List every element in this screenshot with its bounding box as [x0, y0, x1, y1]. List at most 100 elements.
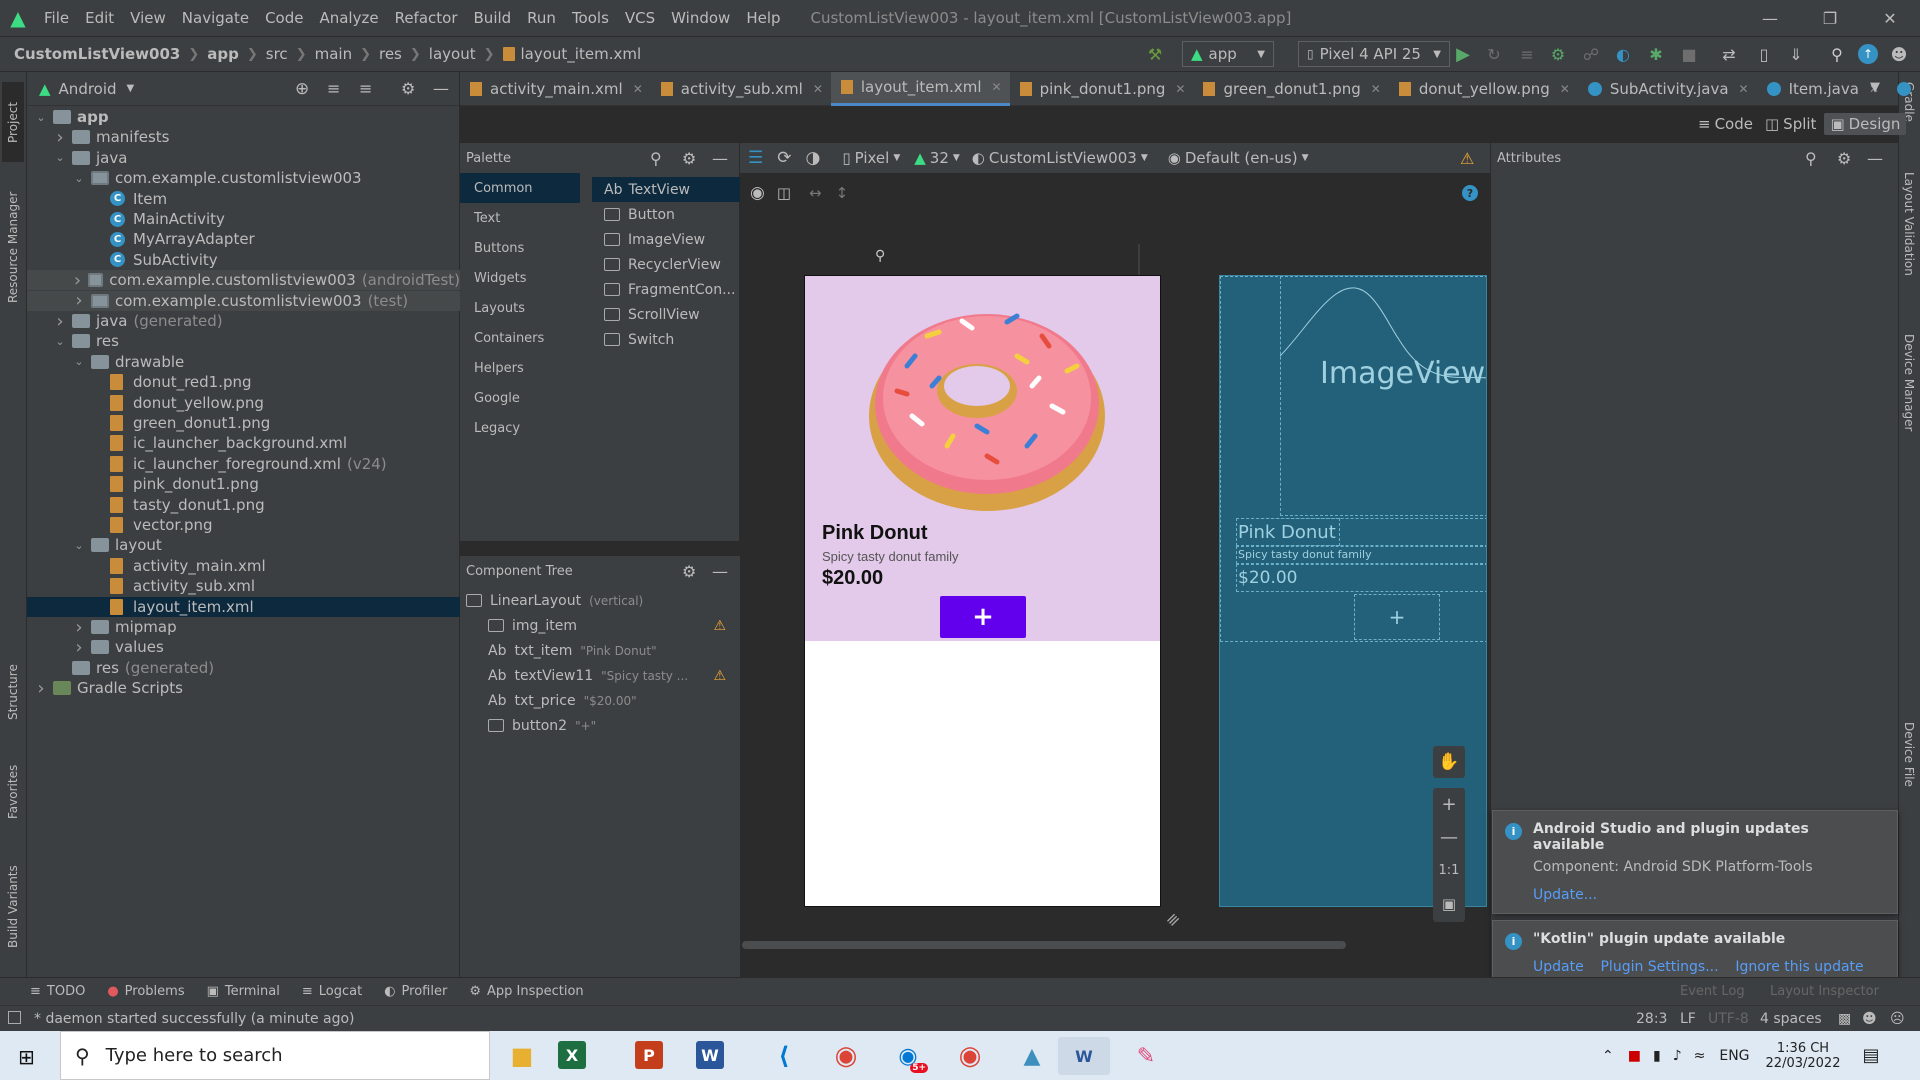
palette-category-helpers[interactable]: Helpers [460, 353, 580, 383]
tab-resource-manager[interactable]: Resource Manager [2, 172, 24, 322]
close-tab-icon[interactable]: ✕ [1371, 82, 1381, 96]
device-select[interactable]: ▯ Pixel ▼ [842, 149, 900, 167]
sdk-manager-icon[interactable]: ⇓ [1785, 43, 1807, 65]
editor-tab[interactable]: Item.java ✕ [1757, 72, 1887, 106]
design-mode-button[interactable]: ▣ Design [1824, 113, 1907, 135]
user-icon[interactable]: ☻ [1888, 43, 1910, 65]
chevron-right-icon[interactable]: › [33, 678, 49, 699]
chevron-down-icon[interactable]: ⌄ [52, 151, 68, 164]
windows-start-icon[interactable]: ⊞ [18, 1045, 35, 1069]
update-icon[interactable]: ↑ [1858, 44, 1878, 64]
close-tab-icon[interactable]: ✕ [1175, 82, 1185, 96]
word-active-icon[interactable]: W [1058, 1037, 1110, 1075]
vscode-icon[interactable]: ⟨ [758, 1037, 810, 1075]
tab-favorites[interactable]: Favorites [2, 752, 24, 832]
palette-category-legacy[interactable]: Legacy [460, 413, 580, 443]
hammer-build-icon[interactable]: ⚒ [1144, 43, 1166, 65]
zalo-icon[interactable]: ◉ 5+ [882, 1037, 934, 1075]
breadcrumb-project[interactable]: CustomListView003 [14, 45, 180, 63]
chevron-down-icon[interactable]: ⌄ [71, 539, 87, 552]
locale-select[interactable]: ◉ Default (en-us) ▼ [1168, 149, 1309, 167]
palette-category-containers[interactable]: Containers [460, 323, 580, 353]
tab-layout-validation[interactable]: Layout Validation [1900, 172, 1918, 322]
panel-toggle-icon[interactable] [8, 1011, 21, 1024]
gear-icon[interactable]: ⚙ [401, 79, 415, 98]
search-icon[interactable]: ⚲ [1826, 43, 1848, 65]
eye-icon[interactable]: ◉ [750, 183, 765, 203]
menu-navigate[interactable]: Navigate [174, 9, 257, 27]
tab-project[interactable]: Project [2, 82, 24, 162]
breadcrumb-main[interactable]: main [315, 45, 352, 63]
palette-item[interactable]: Switch [592, 327, 740, 352]
layout-preview[interactable]: Pink Donut Spicy tasty donut family $20.… [804, 275, 1161, 907]
layers-icon[interactable]: ☰ [748, 148, 763, 168]
add-button[interactable]: + [940, 596, 1026, 638]
logcat-tab[interactable]: ≡ Logcat [302, 984, 362, 999]
attach-debugger-icon[interactable]: ✱ [1645, 43, 1667, 65]
apply-changes-icon[interactable]: ↻ [1483, 43, 1505, 65]
close-tab-icon[interactable]: ✕ [1560, 82, 1570, 96]
blueprint-icon[interactable]: ◫ [777, 184, 791, 202]
menu-code[interactable]: Code [257, 9, 311, 27]
tree-item[interactable]: › com.example.customlistview003 (androidTe… [27, 270, 460, 291]
tree-item[interactable]: ic_launcher_foreground.xml (v24) [27, 454, 460, 474]
help-icon[interactable]: ? [1462, 185, 1478, 201]
breadcrumb-res[interactable]: res [379, 45, 402, 63]
editor-tab[interactable]: donut_yellow.png ✕ [1389, 72, 1578, 106]
menu-edit[interactable]: Edit [77, 9, 122, 27]
profile-icon[interactable]: ◐ [1612, 43, 1634, 65]
warning-icon[interactable]: ⚠ [713, 668, 726, 684]
minimize-button[interactable]: — [1740, 0, 1800, 36]
tree-item[interactable]: vector.png [27, 515, 460, 535]
chevron-right-icon[interactable]: › [71, 290, 87, 311]
tree-item[interactable]: donut_yellow.png [27, 393, 460, 413]
pdf-tray-icon[interactable]: ■ [1628, 1048, 1641, 1064]
chevron-right-icon[interactable]: › [71, 270, 84, 291]
tree-item[interactable]: › manifests [27, 127, 460, 148]
tree-item[interactable]: activity_sub.xml [27, 576, 460, 596]
chrome-icon[interactable]: ◉ [820, 1037, 872, 1075]
tree-item[interactable]: ic_launcher_background.xml [27, 433, 460, 453]
kotlin-update-link[interactable]: Update [1533, 959, 1584, 975]
avd-manager-icon[interactable]: ▯ [1753, 43, 1775, 65]
close-tab-icon[interactable]: ✕ [813, 82, 823, 96]
notification-center-icon[interactable]: ▤ [1862, 1045, 1879, 1066]
run-config-select[interactable]: ▲ app ▼ [1182, 41, 1274, 67]
palette-category-common[interactable]: Common [460, 173, 580, 203]
tree-item[interactable]: res (generated) [27, 658, 460, 678]
tree-item[interactable]: C Item [27, 189, 460, 209]
breadcrumb-module[interactable]: app [207, 45, 239, 63]
stop-icon[interactable]: ■ [1678, 43, 1700, 65]
breadcrumb-src[interactable]: src [266, 45, 288, 63]
tree-item[interactable]: layout_item.xml [27, 596, 460, 617]
run-icon[interactable]: ▶ [1452, 43, 1474, 65]
component-tree-row[interactable]: LinearLayout (vertical) [460, 588, 740, 613]
tree-item[interactable]: ⌄ res [27, 331, 460, 351]
close-tab-icon[interactable]: ✕ [992, 80, 1002, 94]
tree-item[interactable]: pink_donut1.png [27, 474, 460, 494]
wifi-icon[interactable]: ≈ [1694, 1048, 1706, 1064]
close-window-button[interactable]: ✕ [1860, 0, 1920, 36]
palette-item[interactable]: Button [592, 202, 740, 227]
tree-item[interactable]: C MainActivity [27, 209, 460, 229]
component-tree-row[interactable]: Ab textView11 "Spicy tasty ... ⚠ [460, 663, 740, 688]
powerpoint-icon[interactable]: P [635, 1041, 663, 1069]
memory-indicator-icon[interactable]: ☻ [1862, 1011, 1877, 1027]
ignore-update-link[interactable]: Ignore this update [1735, 959, 1863, 975]
editor-tab[interactable]: MyA [1887, 72, 1920, 106]
split-mode-button[interactable]: ◫ Split [1761, 115, 1820, 133]
palette-category-widgets[interactable]: Widgets [460, 263, 580, 293]
menu-tools[interactable]: Tools [564, 9, 617, 27]
menu-refactor[interactable]: Refactor [387, 9, 466, 27]
indent-setting[interactable]: 4 spaces [1760, 1011, 1822, 1027]
breadcrumb-layout[interactable]: layout [429, 45, 476, 63]
update-link[interactable]: Update... [1533, 887, 1597, 903]
menu-analyze[interactable]: Analyze [311, 9, 386, 27]
chevron-down-icon[interactable]: ⌄ [71, 172, 87, 185]
tab-device-file[interactable]: Device File [1900, 722, 1918, 822]
editor-tab[interactable]: pink_donut1.png ✕ [1010, 72, 1194, 106]
terminal-tab[interactable]: ▣ Terminal [207, 984, 280, 999]
clock[interactable]: 1:36 CH 22/03/2022 [1766, 1041, 1841, 1071]
tab-build-variants[interactable]: Build Variants [2, 852, 24, 962]
palette-category-buttons[interactable]: Buttons [460, 233, 580, 263]
